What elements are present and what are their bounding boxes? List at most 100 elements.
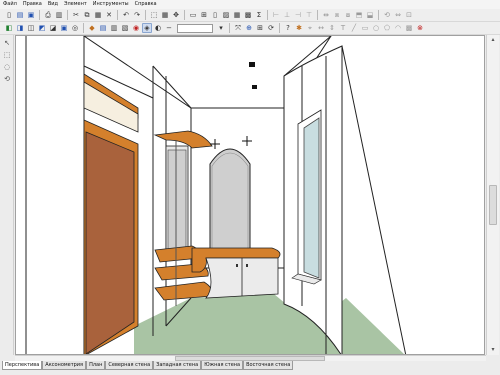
library-icon[interactable]: ▦ bbox=[160, 10, 170, 20]
marquee-tool-icon[interactable]: ⬚ bbox=[2, 50, 12, 60]
pan-icon[interactable]: ✥ bbox=[171, 10, 181, 20]
orbit-icon[interactable]: ◎ bbox=[70, 23, 80, 33]
snap-icon[interactable]: ⌖ bbox=[305, 23, 315, 33]
align-center-icon[interactable]: ⊥ bbox=[282, 10, 292, 20]
open-file-icon[interactable]: ▤ bbox=[15, 10, 25, 20]
fill-tool-icon[interactable]: ▩ bbox=[404, 23, 414, 33]
light-icon[interactable]: ▤ bbox=[98, 23, 108, 33]
toolbar-separator bbox=[184, 10, 185, 20]
align-left-icon[interactable]: ⊢ bbox=[271, 10, 281, 20]
left-toolbox: ↖ ⬚ ◌ ⟲ bbox=[0, 35, 14, 355]
poly-tool-icon[interactable]: ⬠ bbox=[382, 23, 392, 33]
menu-file[interactable]: Файл bbox=[3, 0, 17, 9]
material-icon[interactable]: ▥ bbox=[109, 23, 119, 33]
lock-icon[interactable]: ⊡ bbox=[404, 10, 414, 20]
image-icon[interactable]: ▨ bbox=[221, 10, 231, 20]
pointer-tool-icon[interactable]: ↖ bbox=[2, 38, 12, 48]
menu-view[interactable]: Вид bbox=[48, 0, 58, 9]
zoom-out-icon[interactable]: − bbox=[164, 23, 174, 33]
table-icon[interactable]: ▦ bbox=[232, 10, 242, 20]
menu-element[interactable]: Элемент bbox=[64, 0, 87, 9]
cut-icon[interactable]: ✂ bbox=[71, 10, 81, 20]
texture-icon[interactable]: ▧ bbox=[120, 23, 130, 33]
distribute-icon[interactable]: ⇹ bbox=[321, 10, 331, 20]
select-icon[interactable]: ⬚ bbox=[149, 10, 159, 20]
ceiling-light-2 bbox=[252, 85, 257, 89]
paste-icon[interactable]: ▦ bbox=[93, 10, 103, 20]
walk-icon[interactable]: ◪ bbox=[48, 23, 58, 33]
measure-icon[interactable]: ↔ bbox=[316, 23, 326, 33]
mirror-icon[interactable]: ⇔ bbox=[393, 10, 403, 20]
toolbar-separator bbox=[145, 10, 146, 20]
door-icon[interactable]: ▯ bbox=[210, 10, 220, 20]
tab-perspective[interactable]: Перспектива bbox=[2, 361, 43, 370]
tab-axonometry[interactable]: Аксонометрия bbox=[42, 361, 87, 370]
window-icon[interactable]: ⊞ bbox=[199, 10, 209, 20]
view-3d-icon[interactable]: ◧ bbox=[4, 23, 14, 33]
sum-icon[interactable]: Σ bbox=[254, 10, 264, 20]
lasso-tool-icon[interactable]: ◌ bbox=[2, 62, 12, 72]
toolbar-separator bbox=[378, 10, 379, 20]
vertical-scroll-thumb[interactable] bbox=[489, 185, 497, 225]
bring-front-icon[interactable]: ⬒ bbox=[354, 10, 364, 20]
ungroup-icon[interactable]: ⧇ bbox=[343, 10, 353, 20]
align-right-icon[interactable]: ⊣ bbox=[293, 10, 303, 20]
settings-icon[interactable]: ✱ bbox=[294, 23, 304, 33]
align-top-icon[interactable]: ⊤ bbox=[304, 10, 314, 20]
fly-icon[interactable]: ▣ bbox=[59, 23, 69, 33]
camera-icon[interactable]: ◩ bbox=[37, 23, 47, 33]
view-tabs: Перспектива Аксонометрия План Северная с… bbox=[0, 361, 500, 375]
zoom-all-icon[interactable]: ⊞ bbox=[255, 23, 265, 33]
scroll-down-icon[interactable]: ▾ bbox=[489, 346, 497, 354]
zoom-dropdown-icon[interactable]: ▾ bbox=[216, 23, 226, 33]
tab-plan[interactable]: План bbox=[86, 361, 106, 370]
render-icon[interactable]: ◆ bbox=[87, 23, 97, 33]
fit-icon[interactable]: ⤧ bbox=[233, 23, 243, 33]
print-icon[interactable]: ⎙ bbox=[43, 10, 53, 20]
shade-icon[interactable]: ◐ bbox=[153, 23, 163, 33]
grid-icon[interactable]: ▩ bbox=[243, 10, 253, 20]
send-back-icon[interactable]: ⬓ bbox=[365, 10, 375, 20]
new-file-icon[interactable]: ▯ bbox=[4, 10, 14, 20]
wall-icon[interactable]: ▭ bbox=[188, 10, 198, 20]
copy-icon[interactable]: ⧉ bbox=[82, 10, 92, 20]
toolbar-separator bbox=[117, 10, 118, 20]
perspective-viewport[interactable] bbox=[15, 35, 485, 355]
dimension-icon[interactable]: ⇕ bbox=[327, 23, 337, 33]
rect-tool-icon[interactable]: ▭ bbox=[360, 23, 370, 33]
toolbar-separator bbox=[67, 10, 68, 20]
close-view-icon[interactable]: ⊗ bbox=[415, 23, 425, 33]
window-glass bbox=[303, 117, 320, 279]
print-preview-icon[interactable]: ▥ bbox=[54, 10, 64, 20]
delete-icon[interactable]: ✕ bbox=[104, 10, 114, 20]
tab-south-wall[interactable]: Южная стена bbox=[201, 361, 244, 370]
menu-tools[interactable]: Инструменты bbox=[93, 0, 129, 9]
group-icon[interactable]: ⧈ bbox=[332, 10, 342, 20]
circle-tool-icon[interactable]: ○ bbox=[371, 23, 381, 33]
refresh-icon[interactable]: ⟳ bbox=[266, 23, 276, 33]
undo-icon[interactable]: ↶ bbox=[121, 10, 131, 20]
arc-tool-icon[interactable]: ◠ bbox=[393, 23, 403, 33]
stop-icon[interactable]: ◉ bbox=[131, 23, 141, 33]
rotate-icon[interactable]: ⟲ bbox=[382, 10, 392, 20]
save-icon[interactable]: ▣ bbox=[26, 10, 36, 20]
toolbar-separator bbox=[39, 10, 40, 20]
tab-east-wall[interactable]: Восточная стена bbox=[243, 361, 294, 370]
view-plan-icon[interactable]: ◨ bbox=[15, 23, 25, 33]
help-icon[interactable]: ? bbox=[283, 23, 293, 33]
line-tool-icon[interactable]: ╱ bbox=[349, 23, 359, 33]
zoom-combo[interactable] bbox=[177, 23, 213, 33]
zoom-window-icon[interactable]: ⊕ bbox=[244, 23, 254, 33]
tab-west-wall[interactable]: Западная стена bbox=[153, 361, 202, 370]
perspective-mode-icon[interactable]: ◈ bbox=[142, 23, 152, 33]
view-wire-icon[interactable]: ◫ bbox=[26, 23, 36, 33]
rotate-tool-icon[interactable]: ⟲ bbox=[2, 74, 12, 84]
tab-north-wall[interactable]: Северная стена bbox=[105, 361, 154, 370]
scroll-up-icon[interactable]: ▴ bbox=[489, 36, 497, 44]
vertical-scrollbar[interactable]: ▴ ▾ bbox=[486, 35, 499, 355]
main-toolbar: ▯ ▤ ▣ ⎙ ▥ ✂ ⧉ ▦ ✕ ↶ ↷ ⬚ ▦ ✥ ▭ ⊞ ▯ ▨ ▦ ▩ … bbox=[0, 9, 500, 22]
menu-edit[interactable]: Правка bbox=[23, 0, 42, 9]
redo-icon[interactable]: ↷ bbox=[132, 10, 142, 20]
menu-help[interactable]: Справка bbox=[135, 0, 157, 9]
text-tool-icon[interactable]: T bbox=[338, 23, 348, 33]
